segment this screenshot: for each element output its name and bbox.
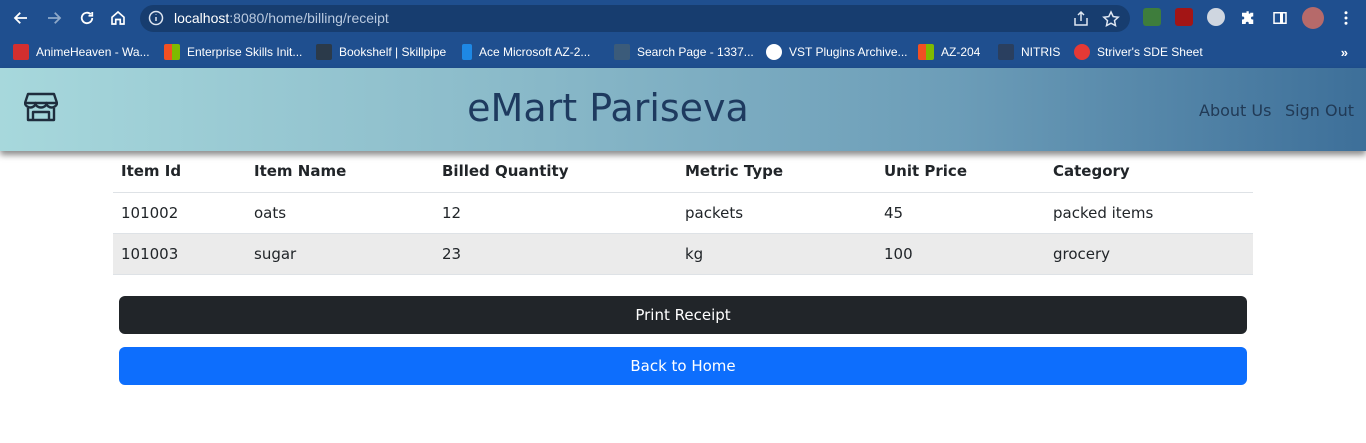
bookmark-item[interactable]: Bookshelf | Skillpipe <box>316 41 446 63</box>
reload-icon[interactable] <box>75 6 99 30</box>
forward-arrow-icon[interactable] <box>42 6 66 30</box>
bookmark-favicon-icon <box>998 44 1014 60</box>
cell-item-id: 101003 <box>113 233 246 275</box>
table-head: Item Id Item Name Billed Quantity Metric… <box>113 151 1253 193</box>
extension-globe-icon[interactable] <box>1143 8 1161 26</box>
back-arrow-icon[interactable] <box>9 6 33 30</box>
url-path: :8080/home/billing/receipt <box>229 10 389 26</box>
url-text[interactable]: localhost:8080/home/billing/receipt <box>174 10 389 26</box>
bookmark-favicon-icon <box>614 44 630 60</box>
table-row: 101002 oats 12 packets 45 packed items <box>113 192 1253 234</box>
profile-avatar[interactable] <box>1302 7 1324 29</box>
bookmark-label: Search Page - 1337... <box>637 45 754 59</box>
column-header-metric-type: Metric Type <box>677 151 876 193</box>
cell-unit-price: 100 <box>876 233 1045 275</box>
bookmark-item[interactable]: AZ-204 <box>918 41 980 63</box>
cell-item-name: sugar <box>246 233 434 275</box>
side-panel-icon[interactable] <box>1268 6 1292 30</box>
back-to-home-button[interactable]: Back to Home <box>119 347 1247 385</box>
bookmark-label: NITRIS <box>1021 45 1061 59</box>
url-host: localhost <box>174 10 230 26</box>
bookmark-label: VST Plugins Archive... <box>789 45 908 59</box>
bookmark-item[interactable]: Ace Microsoft AZ-2... <box>462 41 590 63</box>
column-header-item-id: Item Id <box>113 151 246 193</box>
cell-metric-type: kg <box>677 233 876 275</box>
cell-unit-price: 45 <box>876 192 1045 234</box>
bookmark-item[interactable]: Enterprise Skills Init... <box>164 41 302 63</box>
bookmarks-overflow-button[interactable]: » <box>1341 45 1348 60</box>
bookmark-label: Ace Microsoft AZ-2... <box>479 45 591 59</box>
address-bar[interactable]: localhost:8080/home/billing/receipt <box>140 5 1130 32</box>
cell-item-name: oats <box>246 192 434 234</box>
cell-category: grocery <box>1045 233 1253 275</box>
bookmark-item[interactable]: AnimeHeaven - Wa... <box>13 41 150 63</box>
cell-billed-quantity: 12 <box>434 192 677 234</box>
column-header-category: Category <box>1045 151 1253 193</box>
home-icon[interactable] <box>106 6 130 30</box>
cell-category: packed items <box>1045 192 1253 234</box>
bookmark-label: AnimeHeaven - Wa... <box>36 45 150 59</box>
app-header: eMart Pariseva About Us Sign Out <box>0 68 1366 151</box>
bookmark-favicon-icon <box>462 44 472 60</box>
bookmark-label: Bookshelf | Skillpipe <box>339 45 447 59</box>
shield-extension-icon[interactable] <box>1207 8 1225 26</box>
browser-toolbar: localhost:8080/home/billing/receipt <box>0 0 1366 36</box>
column-header-billed-quantity: Billed Quantity <box>434 151 677 193</box>
bookmark-star-icon[interactable] <box>1102 10 1120 28</box>
site-info-icon[interactable] <box>148 10 164 26</box>
bookmark-favicon-icon <box>164 44 180 60</box>
bookmark-favicon-icon <box>918 44 934 60</box>
extensions-puzzle-icon[interactable] <box>1236 6 1260 30</box>
bookmark-favicon-icon <box>766 44 782 60</box>
table-body: 101002 oats 12 packets 45 packed items 1… <box>113 192 1253 275</box>
share-icon[interactable] <box>1072 10 1090 28</box>
menu-kebab-icon[interactable] <box>1334 6 1358 30</box>
table-row: 101003 sugar 23 kg 100 grocery <box>113 233 1253 275</box>
bookmark-favicon-icon <box>13 44 29 60</box>
column-header-item-name: Item Name <box>246 151 434 193</box>
cell-billed-quantity: 23 <box>434 233 677 275</box>
cell-item-id: 101002 <box>113 192 246 234</box>
bookmark-favicon-icon <box>1074 44 1090 60</box>
about-us-link[interactable]: About Us <box>1199 101 1271 120</box>
bookmark-item[interactable]: NITRIS <box>998 41 1060 63</box>
column-header-unit-price: Unit Price <box>876 151 1045 193</box>
bookmark-item[interactable]: VST Plugins Archive... <box>766 41 908 63</box>
bookmark-label: Striver's SDE Sheet <box>1097 45 1203 59</box>
table-header-row: Item Id Item Name Billed Quantity Metric… <box>113 151 1253 193</box>
bookmark-label: Enterprise Skills Init... <box>187 45 303 59</box>
bookmark-favicon-icon <box>316 44 332 60</box>
print-receipt-button[interactable]: Print Receipt <box>119 296 1247 334</box>
cell-metric-type: packets <box>677 192 876 234</box>
bookmarks-bar: AnimeHeaven - Wa... Enterprise Skills In… <box>0 36 1366 68</box>
bookmark-item[interactable]: Striver's SDE Sheet <box>1074 41 1203 63</box>
brand-title: eMart Pariseva <box>467 86 749 130</box>
ublock-icon[interactable] <box>1175 8 1193 26</box>
receipt-table: Item Id Item Name Billed Quantity Metric… <box>113 151 1253 275</box>
bookmark-label: AZ-204 <box>941 45 981 59</box>
bookmark-item[interactable]: Search Page - 1337... <box>614 41 754 63</box>
sign-out-link[interactable]: Sign Out <box>1285 101 1354 120</box>
